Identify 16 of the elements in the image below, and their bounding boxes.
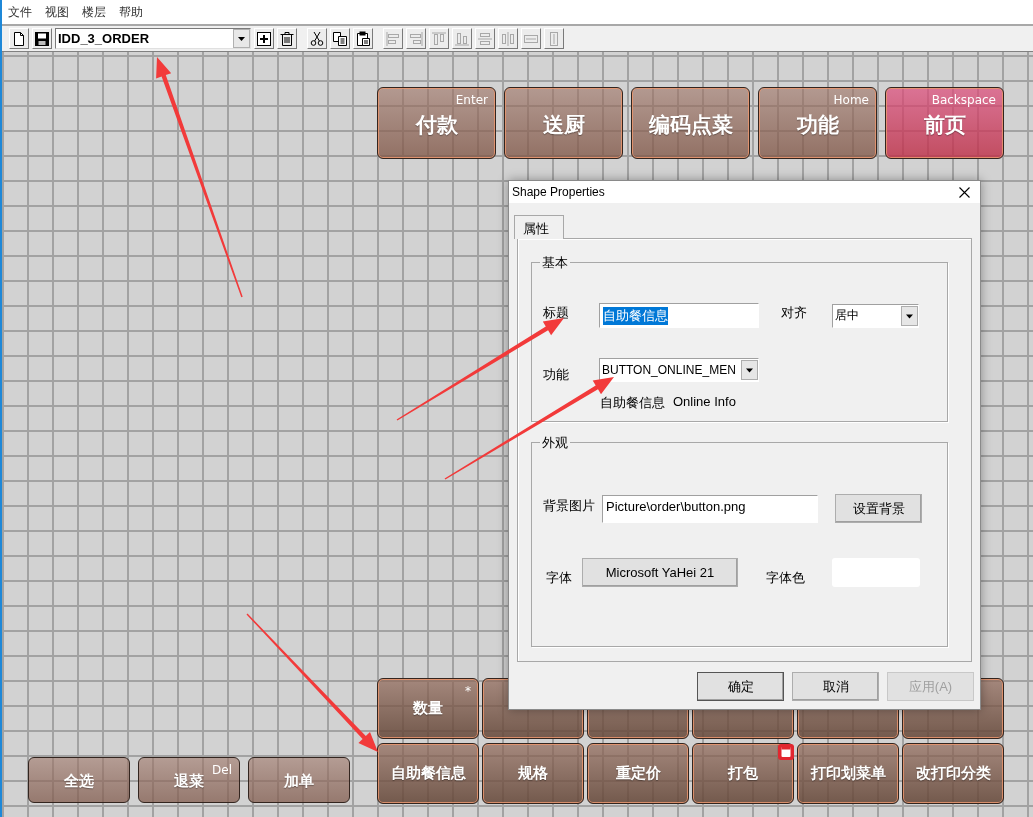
hotkey-label: * (465, 684, 471, 698)
hotkey-label: Home (833, 93, 869, 107)
group-title: 外观 (540, 434, 570, 452)
group-title: 基本 (540, 254, 570, 272)
field-label: 字体色 (766, 568, 806, 587)
field-label: 背景图片 (543, 496, 596, 515)
field-label: 功能 (543, 366, 570, 384)
window-title: Shape Properties (512, 185, 605, 199)
field-label: 标题 (543, 303, 570, 322)
hotkey-label: Del (212, 763, 232, 777)
field-label: 字体 (545, 568, 573, 587)
hotkey-label: Backspace (931, 93, 996, 107)
description-text: Online Info (673, 394, 736, 411)
field-label: 对齐 (781, 303, 808, 322)
description-text: 自助餐信息 (600, 394, 665, 412)
hotkey-label: Enter (455, 93, 488, 107)
